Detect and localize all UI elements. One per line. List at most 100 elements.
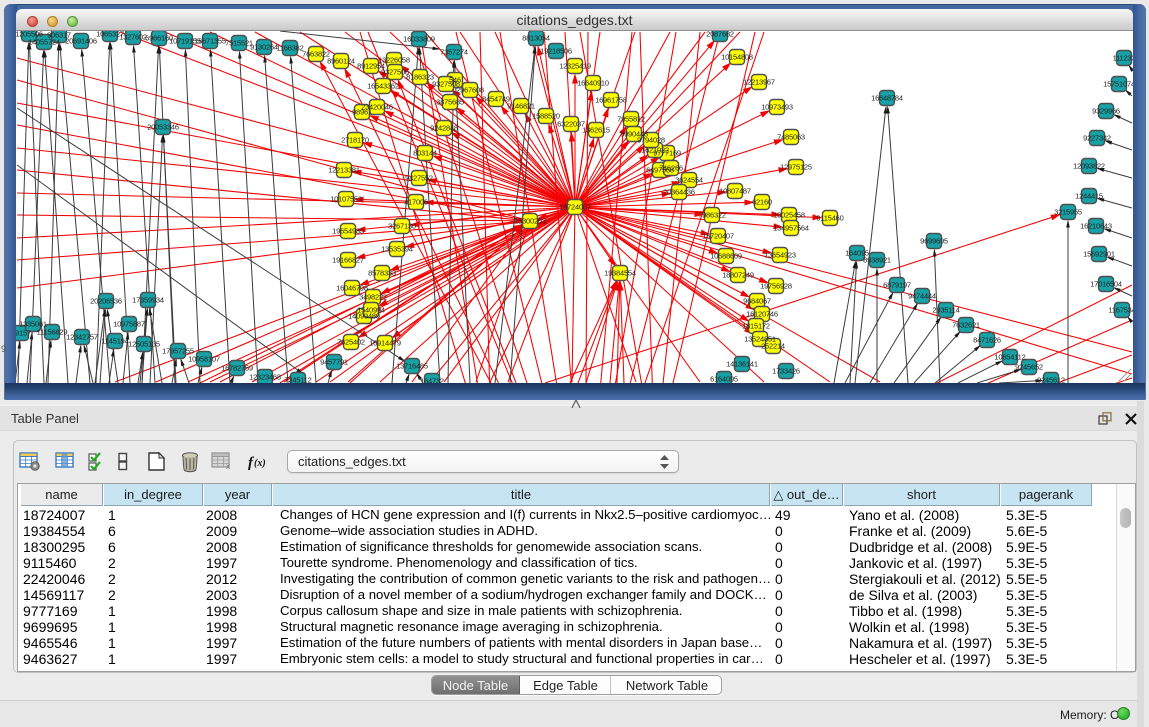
svg-text:19654983: 19654983: [332, 227, 364, 236]
svg-text:10654112: 10654112: [994, 353, 1025, 362]
svg-text:3875685: 3875685: [436, 98, 464, 107]
svg-text:1362615: 1362615: [582, 126, 610, 135]
svg-text:12505135: 12505135: [128, 340, 160, 349]
svg-text:8471626: 8471626: [973, 336, 1001, 345]
svg-text:16543362: 16543362: [367, 82, 399, 91]
svg-text:19756928: 19756928: [760, 282, 792, 291]
svg-text:2718170: 2718170: [341, 136, 369, 145]
svg-text:1588520: 1588520: [532, 112, 560, 121]
svg-text:1815172: 1815172: [742, 322, 770, 331]
svg-text:134957564: 134957564: [773, 224, 809, 233]
svg-text:6879197: 6879197: [883, 281, 911, 290]
svg-text:13535394: 13535394: [381, 245, 413, 254]
svg-text:7357274: 7357274: [440, 48, 468, 57]
svg-text:20364436: 20364436: [663, 188, 695, 197]
svg-text:15720407: 15720407: [702, 232, 734, 241]
svg-text:8990448: 8990448: [620, 130, 648, 139]
svg-text:16120746: 16120746: [746, 310, 778, 319]
svg-text:9327505: 9327505: [381, 68, 409, 77]
svg-text:7986322: 7986322: [698, 211, 726, 220]
svg-text:15751074: 15751074: [1103, 80, 1133, 89]
svg-text:62160: 62160: [752, 198, 772, 207]
svg-text:16046798: 16046798: [336, 284, 368, 293]
svg-text:7955812: 7955812: [617, 115, 645, 124]
svg-text:417006: 417006: [404, 198, 428, 207]
svg-text:19218506: 19218506: [540, 47, 572, 56]
svg-text:9130264: 9130264: [250, 43, 278, 52]
svg-text:98961: 98961: [352, 108, 372, 117]
svg-text:8813054: 8813054: [522, 34, 550, 43]
svg-text:8960124: 8960124: [327, 57, 355, 66]
svg-text:20053346: 20053346: [147, 123, 179, 132]
svg-text:(x): (x): [254, 458, 266, 469]
svg-text:1166382: 1166382: [276, 44, 303, 53]
svg-text:39157: 39157: [16, 329, 31, 338]
svg-text:10107553: 10107553: [330, 195, 362, 204]
svg-text:2087682: 2087682: [706, 31, 734, 39]
svg-text:12325419: 12325419: [559, 62, 591, 71]
svg-text:7663822: 7663822: [302, 50, 330, 59]
svg-text:13226058: 13226058: [378, 56, 410, 65]
svg-text:164732: 164732: [420, 377, 444, 384]
svg-text:1167534: 1167534: [1108, 306, 1133, 315]
svg-text:1621022: 1621022: [641, 146, 669, 155]
svg-text:13716485: 13716485: [396, 362, 428, 371]
svg-text:9146821: 9146821: [507, 102, 535, 111]
svg-text:15692901: 15692901: [1083, 250, 1115, 259]
svg-text:8578333: 8578333: [368, 269, 396, 278]
svg-text:6322037: 6322037: [557, 120, 585, 129]
svg-text:18724007: 18724007: [559, 203, 591, 212]
svg-text:17359934: 17359934: [132, 296, 164, 305]
svg-text:12213967: 12213967: [743, 78, 775, 87]
svg-text:9699695: 9699695: [920, 237, 948, 246]
svg-text:8938921: 8938921: [863, 256, 891, 265]
svg-text:6164095: 6164095: [710, 375, 738, 384]
svg-text:16671355: 16671355: [194, 37, 226, 46]
svg-text:x: x: [226, 462, 230, 471]
svg-text:16210643: 16210643: [1080, 222, 1112, 231]
svg-text:19384554: 19384554: [604, 269, 636, 278]
svg-text:20691406: 20691406: [65, 37, 97, 46]
svg-text:3215955: 3215955: [1054, 208, 1082, 217]
svg-text:7485063: 7485063: [777, 133, 805, 142]
svg-text:9329966: 9329966: [1092, 107, 1120, 116]
svg-text:16914479: 16914479: [369, 339, 401, 348]
svg-text:14136141: 14136141: [726, 360, 758, 369]
svg-text:18807249: 18807249: [722, 271, 754, 280]
svg-text:1540994: 1540994: [357, 306, 385, 315]
svg-text:20206536: 20206536: [90, 297, 122, 306]
svg-text:16033809: 16033809: [403, 35, 435, 44]
svg-text:12213381: 12213381: [328, 166, 360, 175]
svg-text:19166827: 19166827: [332, 256, 364, 265]
svg-text:9245612: 9245612: [1037, 376, 1065, 384]
svg-text:16782759: 16782759: [221, 364, 253, 373]
svg-text:12342757: 12342757: [66, 333, 98, 342]
svg-text:8454749: 8454749: [482, 95, 510, 104]
svg-text:16961758: 16961758: [595, 96, 627, 105]
svg-text:9227342: 9227342: [1083, 134, 1111, 143]
svg-text:13654923: 13654923: [764, 251, 796, 260]
svg-text:8186323: 8186323: [406, 73, 434, 82]
svg-text:1327602: 1327602: [119, 33, 147, 42]
svg-text:11156829: 11156829: [37, 328, 68, 337]
svg-text:12093822: 12093822: [1073, 162, 1105, 171]
svg-text:10975887: 10975887: [113, 320, 145, 329]
svg-text:10958107: 10958107: [188, 355, 220, 364]
svg-text:3267130: 3267130: [388, 222, 416, 231]
svg-text:7345112: 7345112: [284, 376, 311, 384]
svg-text:111233: 111233: [1113, 54, 1133, 63]
svg-text:7625402: 7625402: [337, 338, 365, 347]
svg-text:1733426: 1733426: [772, 367, 800, 376]
svg-text:3498222: 3498222: [359, 293, 387, 302]
svg-text:7632621: 7632621: [952, 321, 980, 330]
svg-text:746266: 746266: [659, 164, 683, 173]
svg-text:7515521: 7515521: [225, 39, 253, 48]
svg-text:252214: 252214: [761, 342, 785, 351]
svg-text:803144: 803144: [413, 149, 437, 158]
svg-text:9427552: 9427552: [405, 174, 433, 183]
svg-text:2935114: 2935114: [932, 306, 959, 315]
svg-text:10688609: 10688609: [710, 252, 742, 261]
svg-text:9474444: 9474444: [908, 292, 936, 301]
svg-text:2967608: 2967608: [456, 86, 484, 95]
svg-text:9245652: 9245652: [1015, 363, 1043, 372]
